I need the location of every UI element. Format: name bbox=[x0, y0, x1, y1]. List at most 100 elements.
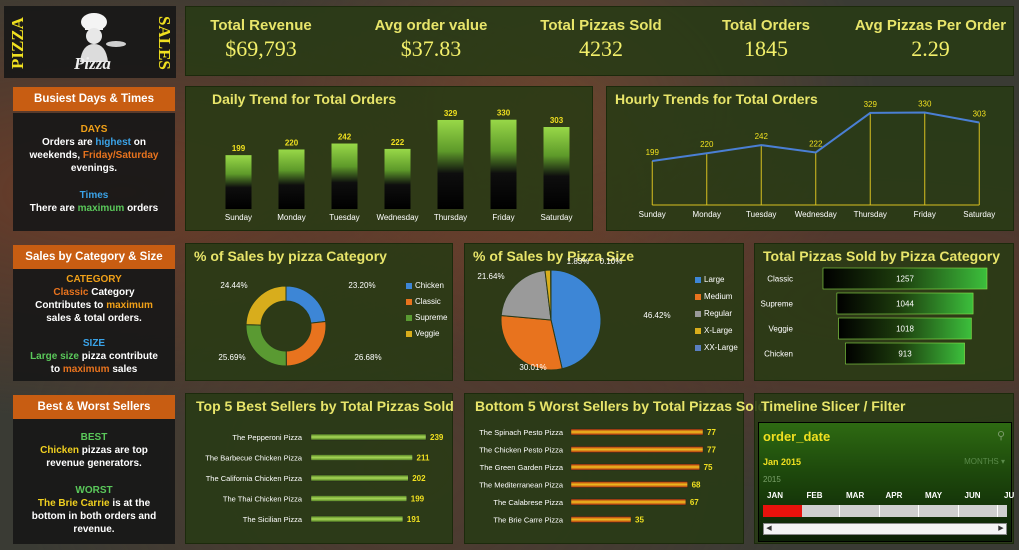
category-label: The California Chicken Pizza bbox=[206, 474, 303, 483]
timeline-cell[interactable] bbox=[882, 505, 919, 517]
legend-item: Supreme bbox=[406, 313, 447, 322]
text: orders bbox=[124, 203, 159, 214]
kpi-label: Avg Pizzas Per Order bbox=[854, 17, 1007, 34]
category-line-1: Classic Category bbox=[13, 286, 175, 299]
times-line-1: There are maximum orders bbox=[13, 202, 175, 215]
timeline-scrollbar[interactable]: ◀ ▶ bbox=[763, 523, 1007, 535]
legend-item: Medium bbox=[695, 292, 732, 301]
timeline-cell[interactable] bbox=[961, 505, 998, 517]
worst-line-3: revenue. bbox=[73, 524, 115, 535]
clear-filter-icon[interactable]: ⚲ bbox=[997, 429, 1005, 442]
timeline-month-label: FEB bbox=[806, 491, 823, 500]
days-line-2: weekends, Friday/Saturday bbox=[13, 149, 175, 162]
kpi-label: Avg order value bbox=[374, 17, 488, 34]
time-level-dropdown[interactable]: MONTHS ▾ bbox=[964, 457, 1005, 466]
timeline-cell[interactable] bbox=[921, 505, 959, 517]
legend-swatch bbox=[406, 314, 412, 321]
data-label: 222 bbox=[391, 138, 405, 147]
data-label: 220 bbox=[285, 138, 299, 147]
logo-brand-text: Pizza bbox=[74, 54, 111, 73]
data-label: 330 bbox=[918, 100, 932, 109]
bar bbox=[570, 516, 632, 523]
category-label: The Barbecue Chicken Pizza bbox=[205, 454, 303, 463]
timeline-month-label: APR bbox=[885, 491, 903, 500]
bar bbox=[310, 474, 409, 482]
legend-label: Classic bbox=[415, 297, 441, 306]
text-highlight: Friday/Saturday bbox=[82, 150, 159, 161]
legend-label: Medium bbox=[704, 292, 733, 301]
timeline-slicer[interactable]: order_date ⚲ Jan 2015 MONTHS ▾ 2015 JAN F… bbox=[758, 422, 1014, 542]
x-tick-label: Friday bbox=[914, 210, 936, 219]
x-tick-label: Saturday bbox=[540, 213, 572, 222]
data-label: 191 bbox=[407, 515, 421, 524]
pizzas-by-category-panel: Total Pizzas Sold by Pizza Category 1257… bbox=[754, 243, 1014, 381]
kpi-label: Total Revenue bbox=[210, 17, 312, 34]
hourly-trend-chart: 199 Sunday 220 Monday 242 Tuesday 222 Wednesday… bbox=[639, 100, 996, 219]
bar bbox=[437, 119, 464, 209]
x-tick-label: Monday bbox=[693, 210, 721, 219]
bar bbox=[278, 149, 305, 209]
legend-item: Classic bbox=[406, 297, 441, 306]
category-label: The Pepperoni Pizza bbox=[232, 433, 302, 442]
scroll-right-button[interactable]: ▶ bbox=[996, 524, 1006, 534]
legend-swatch bbox=[695, 310, 701, 317]
text: Category bbox=[88, 287, 135, 298]
x-tick-label: Tuesday bbox=[329, 213, 359, 222]
kpi-total-pizzas-sold: Total Pizzas Sold 4232 bbox=[521, 7, 681, 62]
bar bbox=[310, 454, 413, 461]
x-tick-label: Thursday bbox=[434, 213, 467, 222]
data-label: 211 bbox=[417, 454, 430, 463]
category-label: The Brie Carre Pizza bbox=[493, 516, 563, 525]
kpi-avg-pizzas-per-order: Avg Pizzas Per Order 2.29 bbox=[848, 7, 1013, 62]
best-line-2: revenue generators. bbox=[46, 458, 142, 469]
timeline-cell[interactable] bbox=[1000, 505, 1019, 517]
kpi-label: Total Orders bbox=[721, 17, 811, 34]
legend-item: Veggie bbox=[406, 329, 439, 338]
sellers-header: Best & Worst Sellers bbox=[13, 395, 175, 419]
days-line-3: evenings. bbox=[70, 163, 118, 174]
legend-label: Regular bbox=[704, 309, 733, 318]
sellers-notes: BEST Chicken pizzas are top revenue gene… bbox=[13, 419, 175, 544]
category-notes: CATEGORY Classic Category Contributes to… bbox=[13, 269, 175, 381]
legend-swatch bbox=[695, 293, 701, 300]
data-label: 24.44% bbox=[220, 281, 247, 290]
timeline-selection[interactable] bbox=[763, 505, 803, 517]
category-label: The Mediterranean Pizza bbox=[479, 481, 564, 490]
text: There are bbox=[29, 203, 78, 214]
legend-item: XX-Large bbox=[695, 343, 738, 352]
pie-slice bbox=[500, 269, 552, 321]
legend-swatch bbox=[406, 298, 412, 305]
legend-swatch bbox=[406, 330, 412, 337]
category-line-3: sales & total orders. bbox=[46, 313, 142, 324]
worst-sellers-panel: Bottom 5 Worst Sellers by Total Pizzas S… bbox=[464, 393, 766, 544]
legend-label: Supreme bbox=[415, 313, 448, 322]
text-highlight: Chicken bbox=[40, 445, 79, 456]
logo-right-text: SALES bbox=[155, 16, 174, 70]
scroll-left-button[interactable]: ◀ bbox=[764, 524, 774, 534]
text: sales bbox=[109, 364, 138, 375]
bar bbox=[570, 463, 700, 471]
days-line-1: Orders are highest on bbox=[13, 136, 175, 149]
data-label: 199 bbox=[232, 144, 246, 153]
legend-label: X-Large bbox=[704, 326, 733, 335]
bar bbox=[570, 481, 688, 488]
data-label: 242 bbox=[755, 132, 769, 141]
legend-swatch bbox=[406, 282, 412, 289]
data-label: 1044 bbox=[896, 300, 914, 309]
kpi-label: Total Pizzas Sold bbox=[540, 17, 662, 34]
kpi-avg-order-value: Avg order value $37.83 bbox=[351, 7, 511, 62]
timeline-cells[interactable] bbox=[763, 505, 1007, 517]
legend-item: X-Large bbox=[695, 326, 732, 335]
data-label: 30.01% bbox=[519, 363, 546, 372]
timeline-cell[interactable] bbox=[803, 505, 840, 517]
kpi-total-revenue: Total Revenue $69,793 bbox=[186, 7, 336, 62]
category-text: CATEGORY Classic Category Contributes to… bbox=[13, 273, 175, 376]
data-label: 303 bbox=[973, 110, 987, 119]
kpi-value: 4232 bbox=[579, 36, 623, 61]
bar bbox=[384, 148, 411, 209]
donut-slice bbox=[285, 285, 327, 324]
category-title: CATEGORY bbox=[66, 274, 122, 285]
text-highlight: maximum bbox=[62, 364, 110, 375]
busiest-text: DAYS Orders are highest on weekends, Fri… bbox=[13, 123, 175, 215]
timeline-cell[interactable] bbox=[842, 505, 880, 517]
